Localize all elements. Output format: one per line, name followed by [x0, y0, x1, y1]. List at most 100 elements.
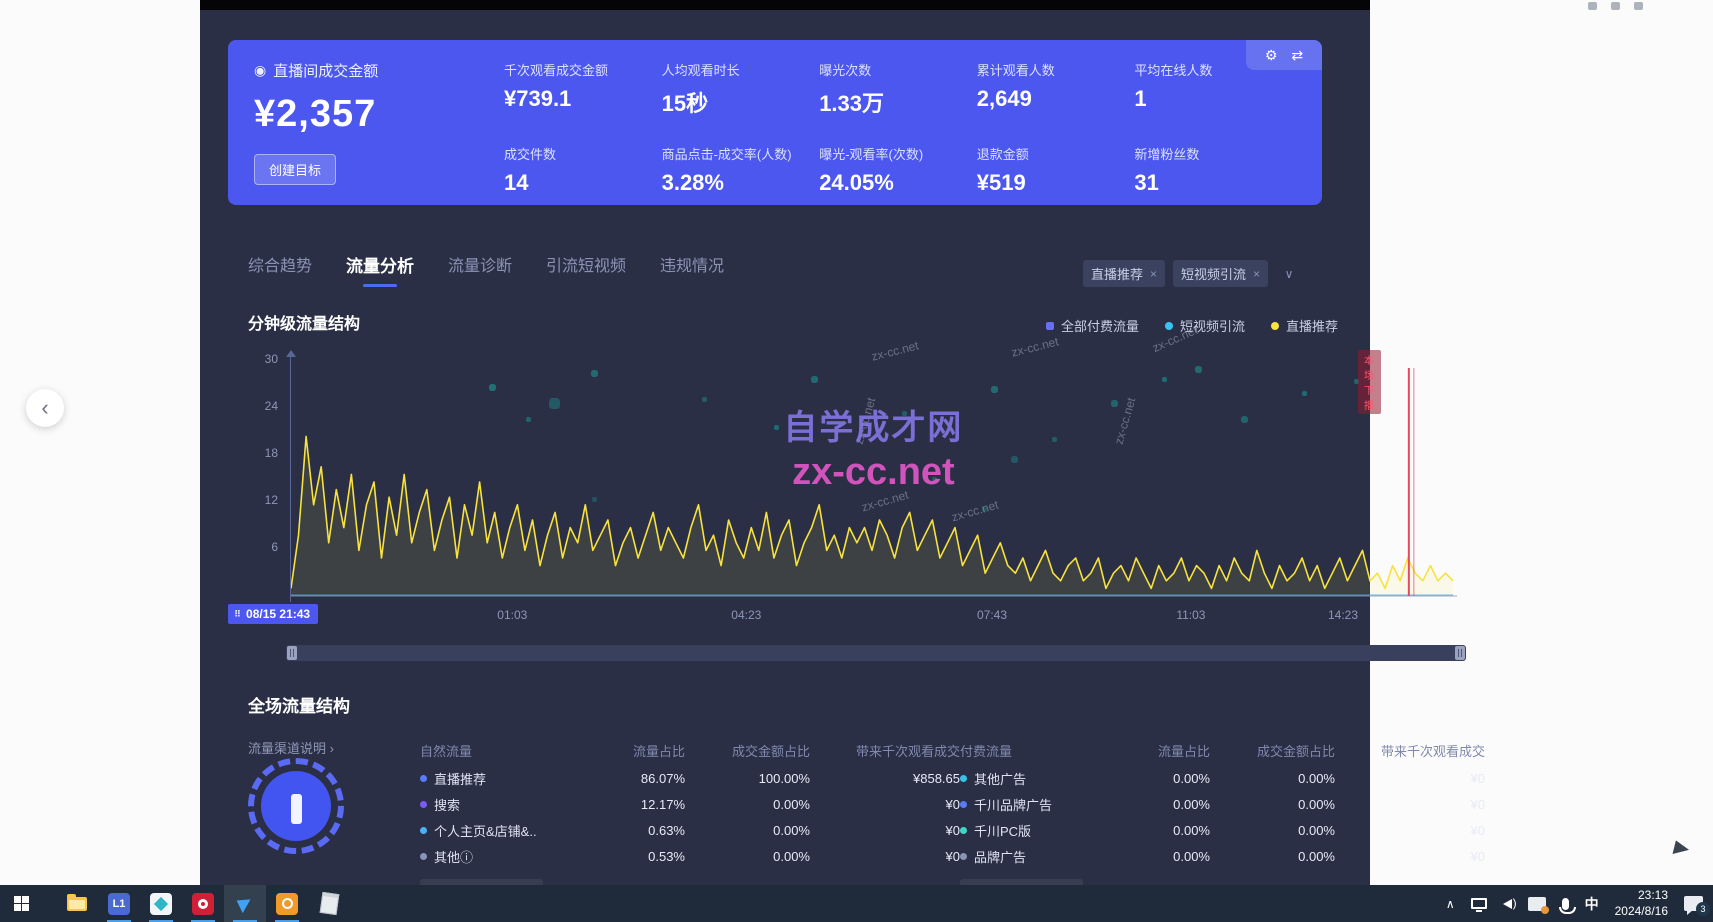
primary-metric-label: 直播间成交金额	[273, 60, 378, 81]
chevron-down-icon[interactable]: ∨	[1276, 267, 1302, 281]
drag-grip-icon: ⠿	[234, 609, 241, 620]
channel-name: 个人主页&店铺&..	[434, 821, 537, 840]
metric-label: 退款金额	[977, 144, 1135, 163]
donut-center-label	[291, 794, 302, 824]
table-header-row: 付费流量 流量占比 成交金额占比 带来千次观看成交	[960, 735, 1485, 765]
legend-dot	[1046, 322, 1054, 330]
taskbar-app-teal[interactable]	[140, 885, 182, 922]
metric-label: 人均观看时长	[662, 60, 820, 79]
taskbar-app-camera[interactable]	[266, 885, 308, 922]
traffic-share: 0.00%	[1110, 823, 1210, 838]
taskbar-app-notepad[interactable]	[308, 885, 350, 922]
taskbar-app-pointer-active[interactable]	[224, 885, 266, 922]
tab-traffic-analysis[interactable]: 流量分析	[346, 252, 414, 287]
legend-dot	[1271, 322, 1279, 330]
mouse-cursor	[1673, 840, 1691, 857]
speaker-icon[interactable]	[1503, 899, 1512, 909]
channel-dot	[960, 827, 967, 834]
window-top-bar	[200, 0, 1370, 10]
legend-short-video[interactable]: 短视频引流	[1165, 316, 1245, 335]
metric-value: 1	[1134, 86, 1292, 112]
metric-cell: 退款金额 ¥519	[977, 144, 1135, 196]
clock[interactable]: 23:13 2024/8/16	[1615, 888, 1668, 919]
channel-dot	[420, 853, 427, 860]
metric-cell: 曝光次数 1.33万	[819, 60, 977, 118]
scrollbar-left-handle[interactable]	[287, 646, 297, 660]
folder-icon	[67, 897, 87, 911]
legend-label: 直播推荐	[1286, 316, 1338, 335]
chart-title: 分钟级流量结构	[248, 310, 360, 334]
y-axis-tick: 30	[240, 352, 278, 366]
filter-chip-short-video[interactable]: 短视频引流 ×	[1173, 260, 1268, 287]
chart-horizontal-scrollbar[interactable]	[286, 645, 1466, 661]
metric-label: 曝光-观看率(次数)	[819, 144, 977, 163]
metric-cell: 累计观看人数 2,649	[977, 60, 1135, 118]
taskbar-app-l1[interactable]: L1	[98, 885, 140, 922]
traffic-share: 86.07%	[585, 771, 685, 786]
table-row: 其他ⓘ 0.53% 0.00% ¥0	[420, 843, 960, 869]
column-header: 带来千次观看成交	[1335, 741, 1485, 760]
tab-violations[interactable]: 违规情况	[660, 252, 724, 287]
notification-center[interactable]: 3	[1684, 896, 1703, 911]
channel-dot	[960, 801, 967, 808]
traffic-line-chart[interactable]: zx-cc.net zx-cc.net zx-cc.net zx-cc.net …	[291, 356, 1463, 602]
swap-icon[interactable]: ⇄	[1291, 47, 1303, 64]
player-control-icon[interactable]	[1634, 2, 1643, 10]
start-button[interactable]	[0, 885, 42, 922]
channel-filter-chips: 直播推荐 × 短视频引流 × ∨	[1083, 260, 1302, 287]
scrollbar-right-handle[interactable]	[1455, 646, 1465, 660]
windows-logo-icon	[14, 896, 29, 911]
network-icon[interactable]	[1471, 898, 1487, 909]
primary-metric-label-row: ◉ 直播间成交金额	[254, 60, 494, 81]
x-axis-tick: 11:03	[1176, 608, 1205, 622]
y-axis-tick: 18	[240, 446, 278, 460]
banner-tools: ⚙ ⇄	[1246, 40, 1322, 70]
close-icon[interactable]: ×	[1253, 267, 1260, 281]
column-header: 带来千次观看成交	[810, 741, 960, 760]
notification-badge: 3	[1696, 902, 1710, 916]
player-control-icon[interactable]	[1611, 2, 1620, 10]
system-tray: ∧ 中 23:13 2024/8/16 3	[1446, 888, 1713, 919]
legend-paid-traffic[interactable]: 全部付费流量	[1046, 316, 1139, 335]
channel-dot	[420, 775, 427, 782]
taskbar-app-red[interactable]	[182, 885, 224, 922]
metric-value: 1.33万	[819, 86, 977, 118]
tab-overall-trend[interactable]: 综合趋势	[248, 252, 312, 287]
metric-cell: 人均观看时长 15秒	[662, 60, 820, 118]
l1-app-icon: L1	[108, 893, 130, 915]
table-row: 千川PC版 0.00% 0.00% ¥0	[960, 817, 1485, 843]
close-icon[interactable]: ×	[1150, 267, 1157, 281]
taskbar-file-explorer[interactable]	[56, 885, 98, 922]
channel-dot	[960, 853, 967, 860]
metric-cell: 新增粉丝数 31	[1134, 144, 1292, 196]
gmv-share: 0.00%	[685, 823, 810, 838]
tray-chevron-up-icon[interactable]: ∧	[1446, 897, 1455, 911]
metric-label: 成交件数	[504, 144, 662, 163]
player-controls[interactable]	[1588, 2, 1643, 10]
channel-explain-link[interactable]: 流量渠道说明 ›	[248, 738, 334, 757]
x-axis-tick: 01:03	[497, 608, 527, 622]
table-row: 其他广告 0.00% 0.00% ¥0	[960, 765, 1485, 791]
channel-name: 搜索	[434, 795, 460, 814]
column-header: 流量占比	[1110, 741, 1210, 760]
screenshot-tool-icon[interactable]	[1528, 897, 1546, 911]
microphone-icon[interactable]	[1562, 898, 1569, 910]
create-goal-button[interactable]: 创建目标	[254, 154, 336, 185]
tab-short-video[interactable]: 引流短视频	[546, 252, 626, 287]
gmv-share: 0.00%	[1210, 849, 1335, 864]
tab-traffic-diagnosis[interactable]: 流量诊断	[448, 252, 512, 287]
player-control-icon[interactable]	[1588, 2, 1597, 10]
traffic-share: 0.00%	[1110, 771, 1210, 786]
paid-traffic-table: 付费流量 流量占比 成交金额占比 带来千次观看成交 其他广告 0.00% 0.0…	[960, 735, 1485, 904]
gear-icon[interactable]: ⚙	[1265, 47, 1278, 64]
legend-live-recommend[interactable]: 直播推荐	[1271, 316, 1338, 335]
column-header: 成交金额占比	[1210, 741, 1335, 760]
ime-indicator[interactable]: 中	[1585, 894, 1599, 914]
camera-app-icon	[276, 893, 298, 915]
traffic-share: 0.00%	[1110, 849, 1210, 864]
target-icon: ◉	[254, 62, 266, 79]
filter-chip-live-recommend[interactable]: 直播推荐 ×	[1083, 260, 1165, 287]
metric-label: 曝光次数	[819, 60, 977, 79]
back-button[interactable]: ‹	[26, 389, 64, 427]
stage: ‹ ◉ 直播间成交金额 ¥2,357 创建目标 千次观看成交金额 ¥739.1	[0, 0, 1713, 922]
